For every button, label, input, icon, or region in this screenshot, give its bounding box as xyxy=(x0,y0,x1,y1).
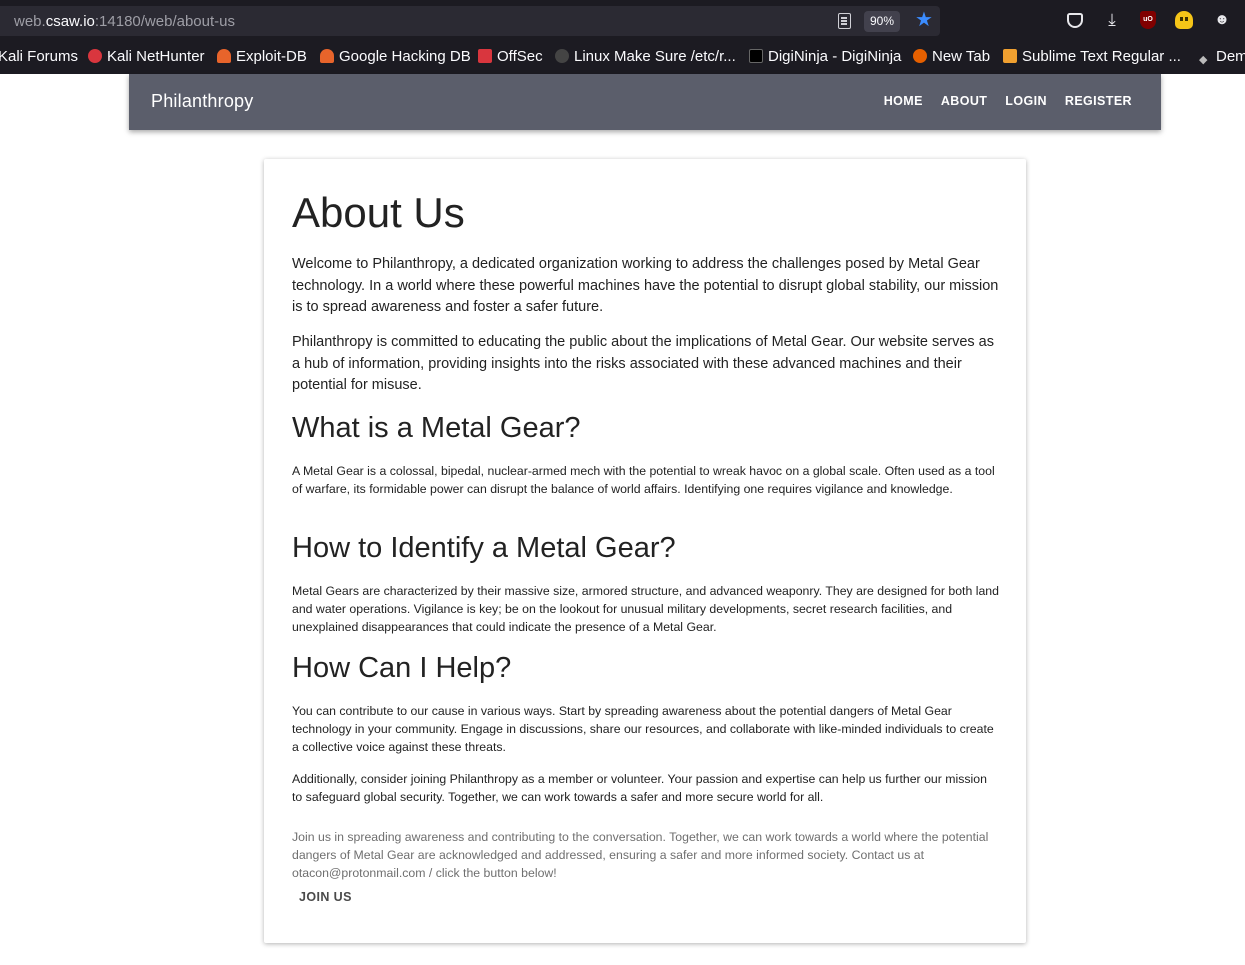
bookmark-item[interactable]: Google Hacking DB xyxy=(320,48,471,65)
address-bar[interactable]: web.csaw.io:14180/web/about-us 90% ★ xyxy=(0,6,940,36)
digininja-icon xyxy=(749,49,763,63)
bookmark-item[interactable]: New Tab xyxy=(913,48,990,65)
paragraph-how-can-i-help-1: You can contribute to our cause in vario… xyxy=(292,704,994,754)
nav-register-link[interactable]: REGISTER xyxy=(1065,94,1132,108)
paragraph-what-is-metal-gear: A Metal Gear is a colossal, bipedal, nuc… xyxy=(292,464,995,496)
about-card: About Us Welcome to Philanthropy, a dedi… xyxy=(264,159,1026,943)
bookmark-item[interactable]: ◆ Dem xyxy=(1199,48,1245,67)
bookmark-item[interactable]: Linux Make Sure /etc/r... xyxy=(555,48,736,65)
url-text[interactable]: web.csaw.io:14180/web/about-us xyxy=(14,13,235,30)
bookmark-star-icon[interactable]: ★ xyxy=(915,9,933,31)
offsec-icon xyxy=(478,49,492,63)
zoom-level-badge[interactable]: 90% xyxy=(864,11,901,32)
reader-view-icon[interactable] xyxy=(838,13,851,29)
bookmarks-toolbar: Kali Forums Kali NetHunter Exploit-DB Go… xyxy=(0,44,1245,70)
brand-logo-text[interactable]: Philanthropy xyxy=(151,91,253,112)
sublime-text-icon xyxy=(1003,49,1017,63)
exploit-db-icon xyxy=(217,49,231,63)
bookmark-item[interactable]: Kali NetHunter xyxy=(88,48,205,65)
bookmark-item[interactable]: Sublime Text Regular ... xyxy=(1003,48,1181,65)
ublock-origin-icon[interactable]: uO xyxy=(1140,11,1156,29)
extension-cat-icon[interactable]: ☻ xyxy=(1212,10,1232,30)
kali-nethunter-icon xyxy=(88,49,102,63)
browser-chrome: web.csaw.io:14180/web/about-us 90% ★ ⤓ u… xyxy=(0,0,1245,74)
bookmark-link-icon: ◆ xyxy=(1199,54,1208,66)
paragraph-how-to-identify: Metal Gears are characterized by their m… xyxy=(292,584,999,634)
google-hacking-db-icon xyxy=(320,49,334,63)
bookmark-item[interactable]: DigiNinja - DigiNinja xyxy=(749,48,901,65)
join-us-paragraph: Join us in spreading awareness and contr… xyxy=(292,830,989,880)
nav-home-link[interactable]: HOME xyxy=(884,94,923,108)
nav-links: HOME ABOUT LOGIN REGISTER xyxy=(866,94,1132,108)
heading-what-is-metal-gear: What is a Metal Gear? xyxy=(292,412,581,444)
intro-paragraph-1: Welcome to Philanthropy, a dedicated org… xyxy=(292,256,999,315)
ghostery-extension-icon[interactable] xyxy=(1175,11,1193,29)
join-us-button[interactable]: JOIN US xyxy=(299,890,352,904)
nav-about-link[interactable]: ABOUT xyxy=(941,94,987,108)
nav-login-link[interactable]: LOGIN xyxy=(1005,94,1047,108)
download-icon[interactable]: ⤓ xyxy=(1102,10,1122,30)
bookmark-item[interactable]: Kali Forums xyxy=(0,48,78,65)
page: Philanthropy HOME ABOUT LOGIN REGISTER A… xyxy=(0,74,1245,965)
site-navbar: Philanthropy HOME ABOUT LOGIN REGISTER xyxy=(129,74,1161,130)
heading-how-to-identify: How to Identify a Metal Gear? xyxy=(292,532,676,564)
bookmark-item[interactable]: Exploit-DB xyxy=(217,48,307,65)
pocket-icon[interactable] xyxy=(1067,13,1083,28)
page-title: About Us xyxy=(292,189,465,236)
bookmark-item[interactable]: OffSec xyxy=(478,48,543,65)
firefox-icon xyxy=(913,49,927,63)
heading-how-can-i-help: How Can I Help? xyxy=(292,652,512,684)
linux-tux-icon xyxy=(555,49,569,63)
paragraph-how-can-i-help-2: Additionally, consider joining Philanthr… xyxy=(292,772,987,804)
intro-paragraph-2: Philanthropy is committed to educating t… xyxy=(292,334,994,393)
